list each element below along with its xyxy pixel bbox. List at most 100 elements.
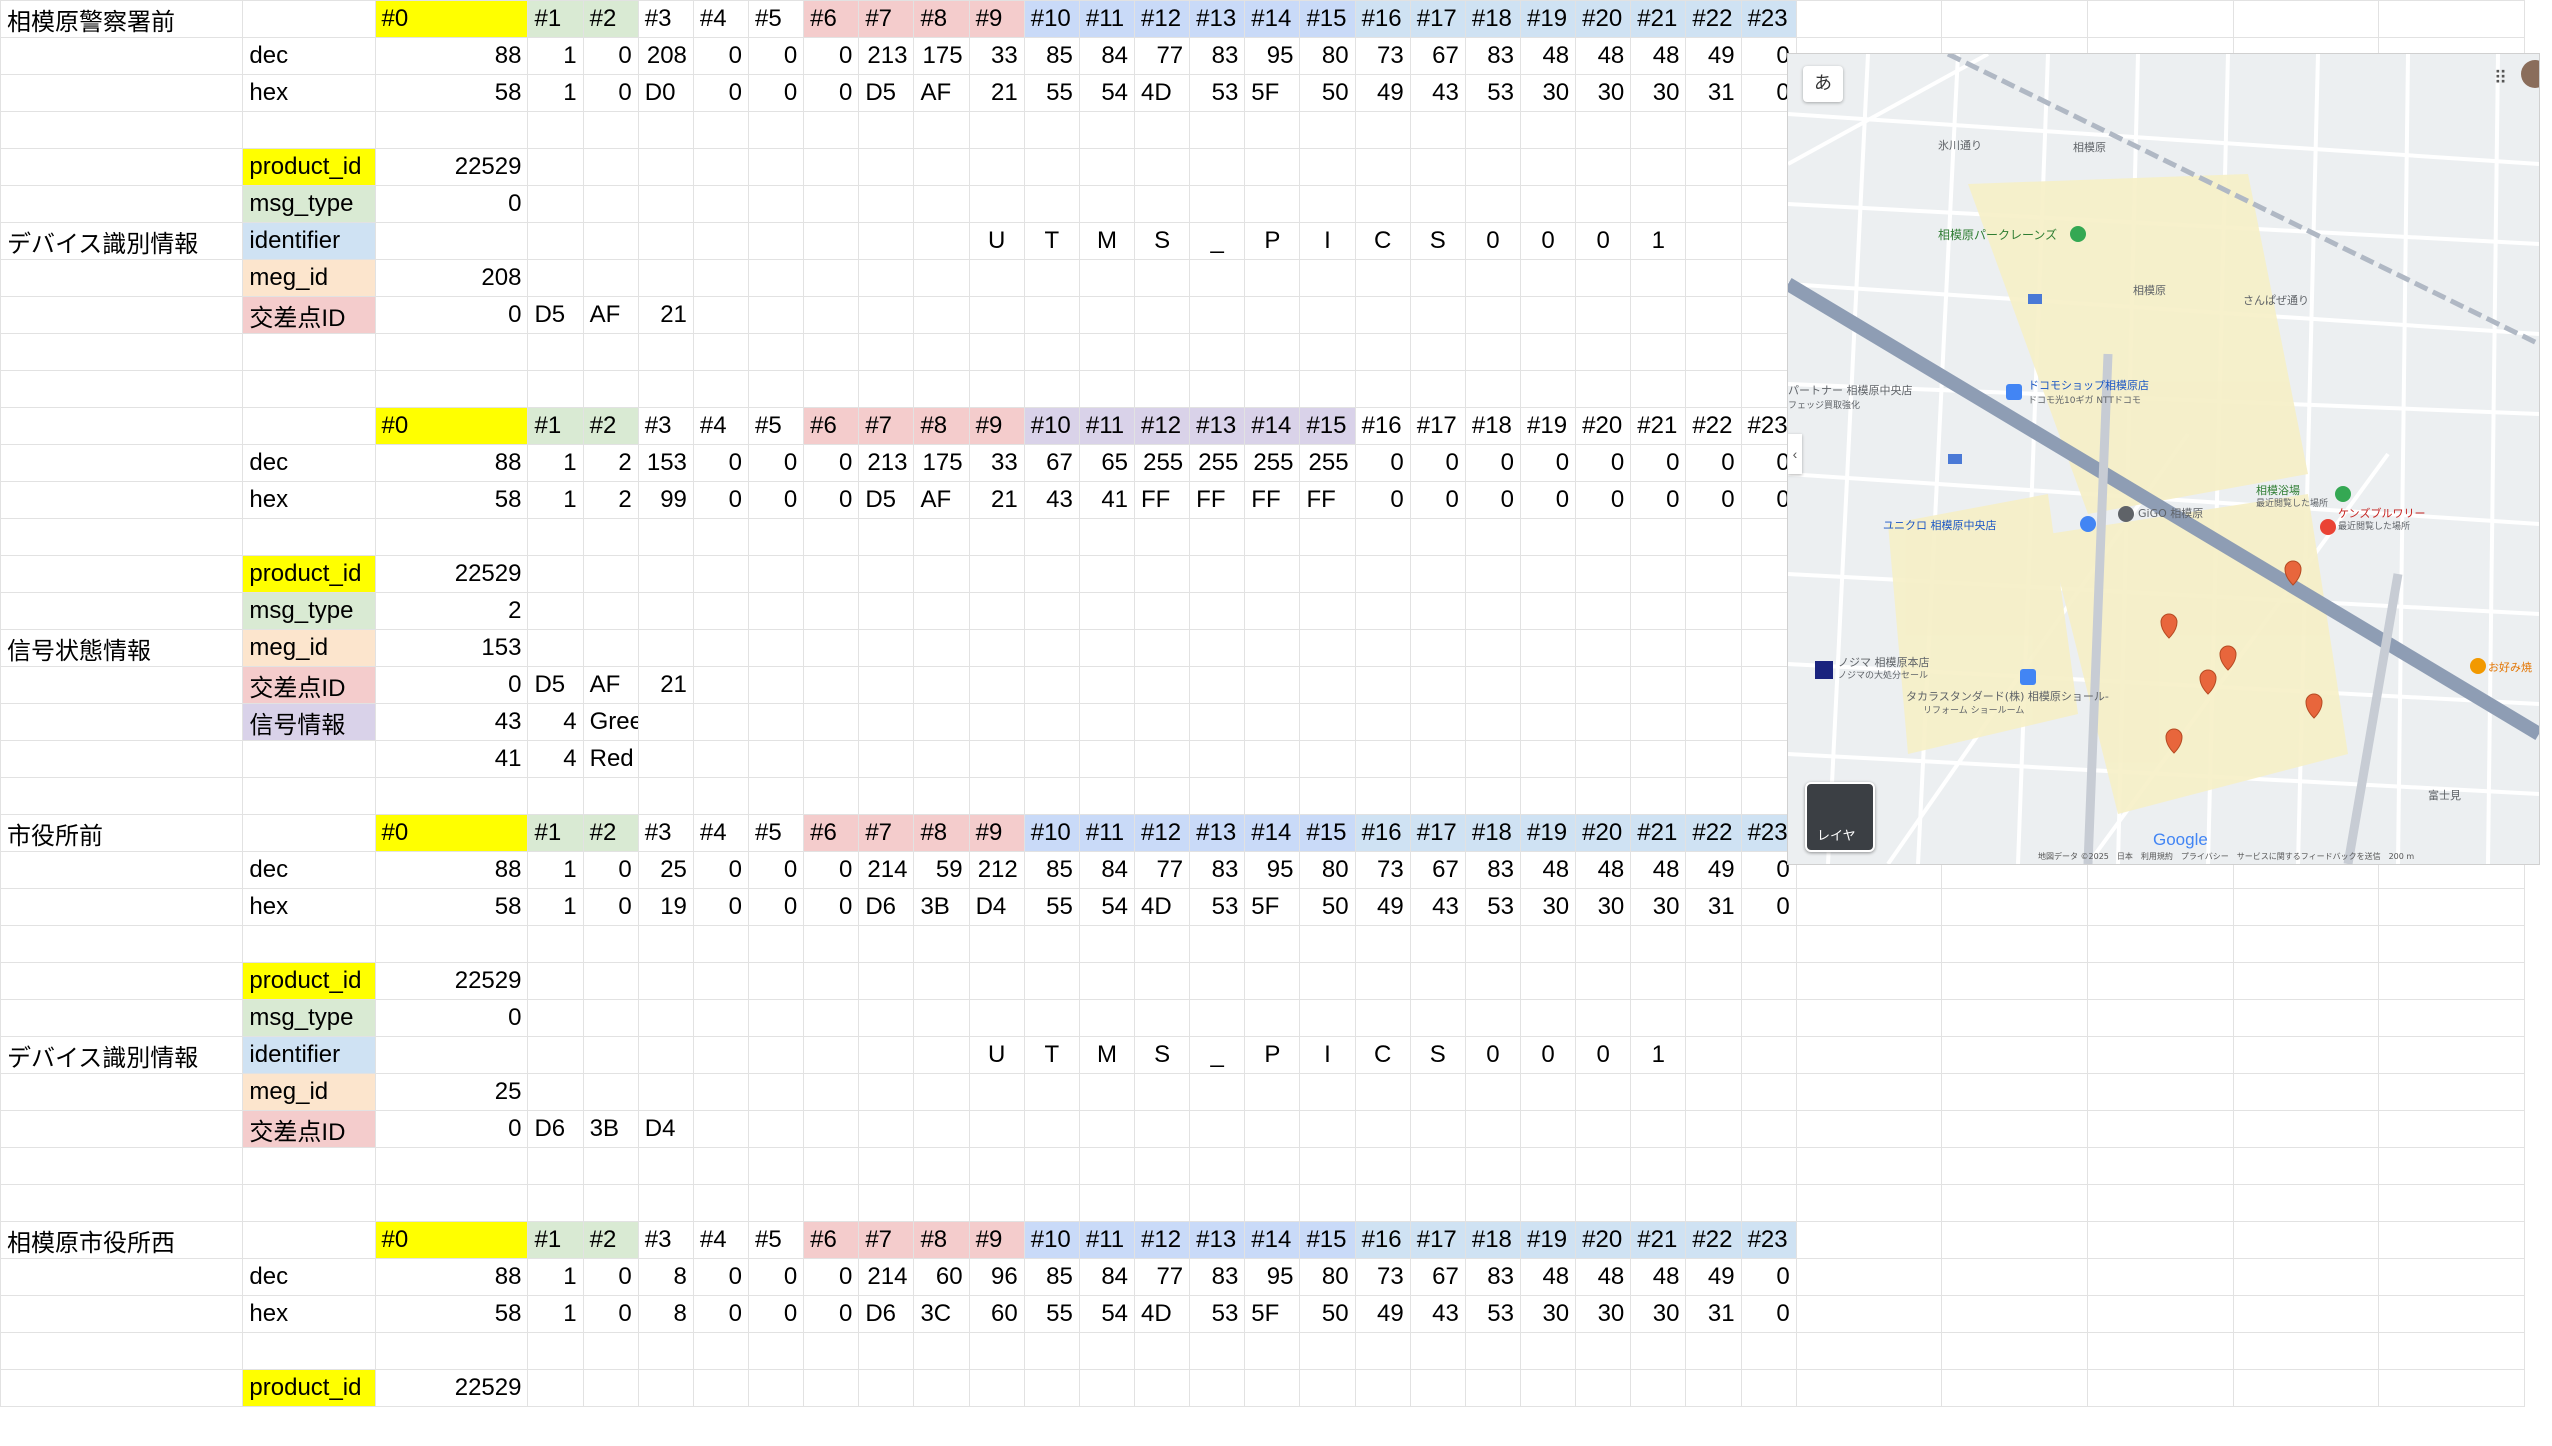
sheet-cell[interactable]: #23 [1740, 0, 1797, 38]
sheet-cell[interactable]: product_id [242, 1369, 376, 1407]
sheet-cell[interactable] [1023, 185, 1080, 223]
sheet-cell[interactable] [803, 1073, 860, 1111]
sheet-cell[interactable] [692, 740, 750, 778]
sheet-cell[interactable] [803, 1147, 860, 1185]
sheet-cell[interactable]: 255 [1244, 444, 1301, 482]
sheet-cell[interactable] [2086, 1073, 2234, 1111]
sheet-cell[interactable]: M [1078, 1036, 1136, 1074]
sheet-cell[interactable] [2378, 0, 2525, 38]
sheet-cell[interactable] [1519, 1184, 1577, 1222]
sheet-cell[interactable]: 0 [748, 444, 805, 482]
sheet-cell[interactable] [1575, 555, 1632, 593]
sheet-cell[interactable] [692, 296, 750, 334]
sheet-cell[interactable] [2378, 888, 2525, 926]
sheet-cell[interactable]: 58 [374, 1295, 529, 1333]
sheet-cell[interactable] [1244, 592, 1301, 630]
sheet-cell[interactable] [1519, 777, 1577, 815]
sheet-cell[interactable] [803, 777, 860, 815]
sheet-cell[interactable] [1078, 1073, 1136, 1111]
sheet-cell[interactable] [1244, 1184, 1301, 1222]
sheet-cell[interactable]: 41 [1078, 481, 1136, 519]
sheet-cell[interactable]: FF [1244, 481, 1301, 519]
sheet-cell[interactable]: 67 [1409, 1258, 1466, 1296]
sheet-cell[interactable]: #7 [858, 1221, 915, 1259]
sheet-cell[interactable]: 4 [527, 740, 584, 778]
sheet-cell[interactable]: #22 [1685, 814, 1742, 852]
sheet-cell[interactable] [748, 296, 805, 334]
sheet-cell[interactable] [527, 1332, 584, 1370]
sheet-cell[interactable]: product_id [242, 555, 376, 593]
sheet-cell[interactable]: FF [1134, 481, 1191, 519]
sheet-cell[interactable] [2086, 0, 2234, 38]
sheet-cell[interactable] [858, 1332, 915, 1370]
sheet-cell[interactable] [1299, 518, 1356, 556]
sheet-cell[interactable]: #12 [1134, 1221, 1191, 1259]
sheet-cell[interactable] [1189, 1369, 1246, 1407]
sheet-cell[interactable] [1409, 1332, 1466, 1370]
sheet-cell[interactable]: dec [242, 851, 376, 889]
sheet-cell[interactable] [1575, 185, 1632, 223]
sheet-cell[interactable] [1189, 962, 1246, 1000]
sheet-cell[interactable] [1575, 962, 1632, 1000]
sheet-cell[interactable] [374, 333, 529, 371]
sheet-cell[interactable] [0, 111, 244, 149]
sheet-cell[interactable] [1189, 1110, 1246, 1148]
sheet-cell[interactable] [1134, 1184, 1191, 1222]
sheet-cell[interactable] [582, 111, 639, 149]
sheet-cell[interactable]: 55 [1023, 74, 1080, 112]
sheet-cell[interactable]: 0 [1740, 1295, 1797, 1333]
sheet-cell[interactable]: 48 [1630, 851, 1687, 889]
sheet-cell[interactable]: 49 [1685, 851, 1742, 889]
sheet-cell[interactable]: 213 [858, 444, 915, 482]
sheet-cell[interactable]: #2 [582, 814, 639, 852]
sheet-cell[interactable] [1740, 1369, 1797, 1407]
sheet-cell[interactable] [692, 111, 750, 149]
sheet-cell[interactable] [913, 333, 970, 371]
sheet-cell[interactable]: #2 [582, 0, 639, 38]
sheet-cell[interactable]: 77 [1134, 851, 1191, 889]
sheet-cell[interactable] [1354, 629, 1411, 667]
sheet-cell[interactable] [1464, 740, 1522, 778]
sheet-cell[interactable]: AF [913, 481, 970, 519]
sheet-cell[interactable] [1244, 629, 1301, 667]
sheet-cell[interactable] [1575, 1369, 1632, 1407]
sheet-cell[interactable]: #11 [1078, 407, 1136, 445]
sheet-cell[interactable] [1354, 555, 1411, 593]
sheet-cell[interactable]: D5 [858, 74, 915, 112]
sheet-cell[interactable] [527, 925, 584, 963]
sheet-cell[interactable] [0, 999, 244, 1037]
sheet-cell[interactable] [858, 555, 915, 593]
sheet-cell[interactable]: 214 [858, 851, 915, 889]
sheet-cell[interactable]: 交差点ID [242, 296, 376, 334]
sheet-cell[interactable]: 43 [1023, 481, 1080, 519]
sheet-cell[interactable] [1519, 925, 1577, 963]
sheet-cell[interactable]: 48 [1575, 1258, 1632, 1296]
sheet-cell[interactable] [1244, 925, 1301, 963]
sheet-cell[interactable] [2232, 962, 2380, 1000]
sheet-cell[interactable]: 0 [692, 888, 750, 926]
sheet-cell[interactable] [1078, 111, 1136, 149]
sheet-cell[interactable] [2232, 999, 2380, 1037]
sheet-cell[interactable] [803, 296, 860, 334]
sheet-cell[interactable]: #21 [1630, 407, 1687, 445]
sheet-cell[interactable] [968, 925, 1025, 963]
sheet-cell[interactable]: #16 [1354, 407, 1411, 445]
sheet-cell[interactable] [968, 370, 1025, 408]
sheet-cell[interactable]: デバイス識別情報 [0, 1036, 244, 1074]
sheet-cell[interactable] [1244, 518, 1301, 556]
sheet-cell[interactable] [968, 962, 1025, 1000]
sheet-cell[interactable] [1685, 222, 1742, 260]
sheet-cell[interactable]: #0 [374, 0, 529, 38]
sheet-cell[interactable] [692, 1332, 750, 1370]
sheet-cell[interactable]: デバイス識別情報 [0, 222, 244, 260]
sheet-cell[interactable]: msg_type [242, 999, 376, 1037]
sheet-cell[interactable] [803, 185, 860, 223]
sheet-cell[interactable]: C [1354, 1036, 1411, 1074]
sheet-cell[interactable] [968, 296, 1025, 334]
sheet-cell[interactable] [692, 259, 750, 297]
sheet-cell[interactable] [913, 518, 970, 556]
sheet-cell[interactable]: 30 [1575, 888, 1632, 926]
sheet-cell[interactable]: 67 [1409, 851, 1466, 889]
sheet-cell[interactable] [582, 592, 639, 630]
sheet-cell[interactable] [1134, 740, 1191, 778]
